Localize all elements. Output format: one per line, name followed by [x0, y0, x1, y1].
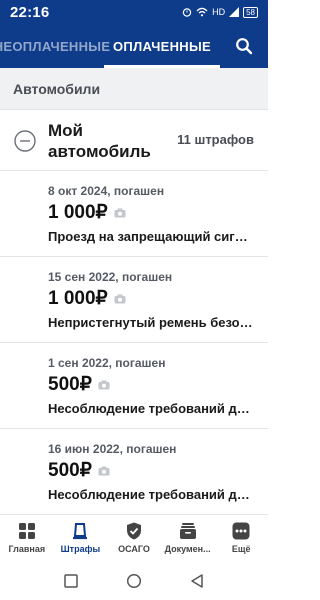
- nav-label: Штрафы: [60, 544, 101, 554]
- signal-icon: [229, 7, 240, 17]
- fine-amount: 500₽: [48, 460, 92, 481]
- section-title: Автомобили: [0, 68, 268, 110]
- network-type: HD: [212, 7, 226, 17]
- nav-label: Ещё: [231, 544, 251, 554]
- vehicle-group-header[interactable]: Мой автомобиль 11 штрафов: [0, 112, 268, 168]
- grid-icon: [18, 523, 35, 539]
- nav-documents[interactable]: Докумен...: [161, 515, 215, 562]
- nav-home[interactable]: Главная: [0, 515, 54, 562]
- nav-label: Докумен...: [164, 544, 211, 554]
- fine-item[interactable]: 8 окт 2024, погашен 1 000₽ Проезд на зап…: [0, 170, 268, 256]
- nav-osago[interactable]: ОСАГО: [107, 515, 161, 562]
- nav-label: Главная: [8, 544, 46, 554]
- fine-date: 16 июн 2022, погашен: [48, 442, 177, 456]
- fine-date: 1 сен 2022, погашен: [48, 356, 166, 370]
- fines-count: 11 штрафов: [177, 132, 254, 147]
- nav-more[interactable]: Ещё: [214, 515, 268, 562]
- fine-amount: 1 000₽: [48, 288, 108, 309]
- more-icon: [232, 522, 250, 540]
- status-icons: HD 58: [182, 6, 258, 18]
- nav-fines[interactable]: Штрафы: [54, 515, 108, 562]
- status-time: 22:16: [10, 3, 50, 21]
- fine-item[interactable]: 16 июн 2022, погашен 500₽ Несоблюдение т…: [0, 428, 268, 514]
- fine-description: Проезд на запрещающий сигнал светофора: [48, 229, 254, 244]
- camera-icon: [114, 208, 126, 218]
- tab-unpaid[interactable]: НЕОПЛАЧЕННЫЕ: [0, 24, 110, 68]
- fine-date: 8 окт 2024, погашен: [48, 184, 165, 198]
- alarm-icon: [182, 8, 192, 17]
- camera-icon: [98, 466, 110, 476]
- home-circle-icon[interactable]: [126, 573, 142, 589]
- fines-icon: [73, 523, 88, 540]
- fine-amount: 1 000₽: [48, 202, 108, 223]
- nav-label: ОСАГО: [118, 544, 150, 554]
- camera-icon: [98, 380, 110, 390]
- fine-amount: 500₽: [48, 374, 92, 395]
- documents-icon: [179, 523, 196, 539]
- recents-icon[interactable]: [63, 573, 79, 589]
- collapse-icon[interactable]: [14, 130, 36, 152]
- fine-description: Несоблюдение требований дорожных знаков: [48, 401, 254, 416]
- fine-item[interactable]: 15 сен 2022, погашен 1 000₽ Непристегнут…: [0, 256, 268, 342]
- fine-date: 15 сен 2022, погашен: [48, 270, 173, 284]
- bottom-nav: Главная Штрафы ОСАГО Докумен... Ещё: [0, 514, 268, 562]
- status-bar: 22:16 HD 58: [0, 0, 268, 24]
- tab-paid[interactable]: ОПЛАЧЕННЫЕ: [104, 24, 220, 68]
- fines-list: 8 окт 2024, погашен 1 000₽ Проезд на зап…: [0, 170, 268, 514]
- back-triangle-icon[interactable]: [189, 573, 205, 589]
- system-nav: [0, 562, 268, 600]
- tab-bar: НЕОПЛАЧЕННЫЕ ОПЛАЧЕННЫЕ: [0, 24, 268, 68]
- fine-description: Непристегнутый ремень безопасности: [48, 315, 254, 330]
- search-button[interactable]: [220, 24, 268, 68]
- fine-description: Несоблюдение требований дорожных знаков: [48, 487, 254, 502]
- vehicle-name: Мой автомобиль: [48, 121, 151, 161]
- battery-icon: 58: [243, 6, 258, 18]
- fine-item[interactable]: 1 сен 2022, погашен 500₽ Несоблюдение тр…: [0, 342, 268, 428]
- wifi-icon: [196, 7, 208, 17]
- camera-icon: [114, 294, 126, 304]
- search-icon: [236, 38, 253, 55]
- shield-check-icon: [126, 522, 141, 540]
